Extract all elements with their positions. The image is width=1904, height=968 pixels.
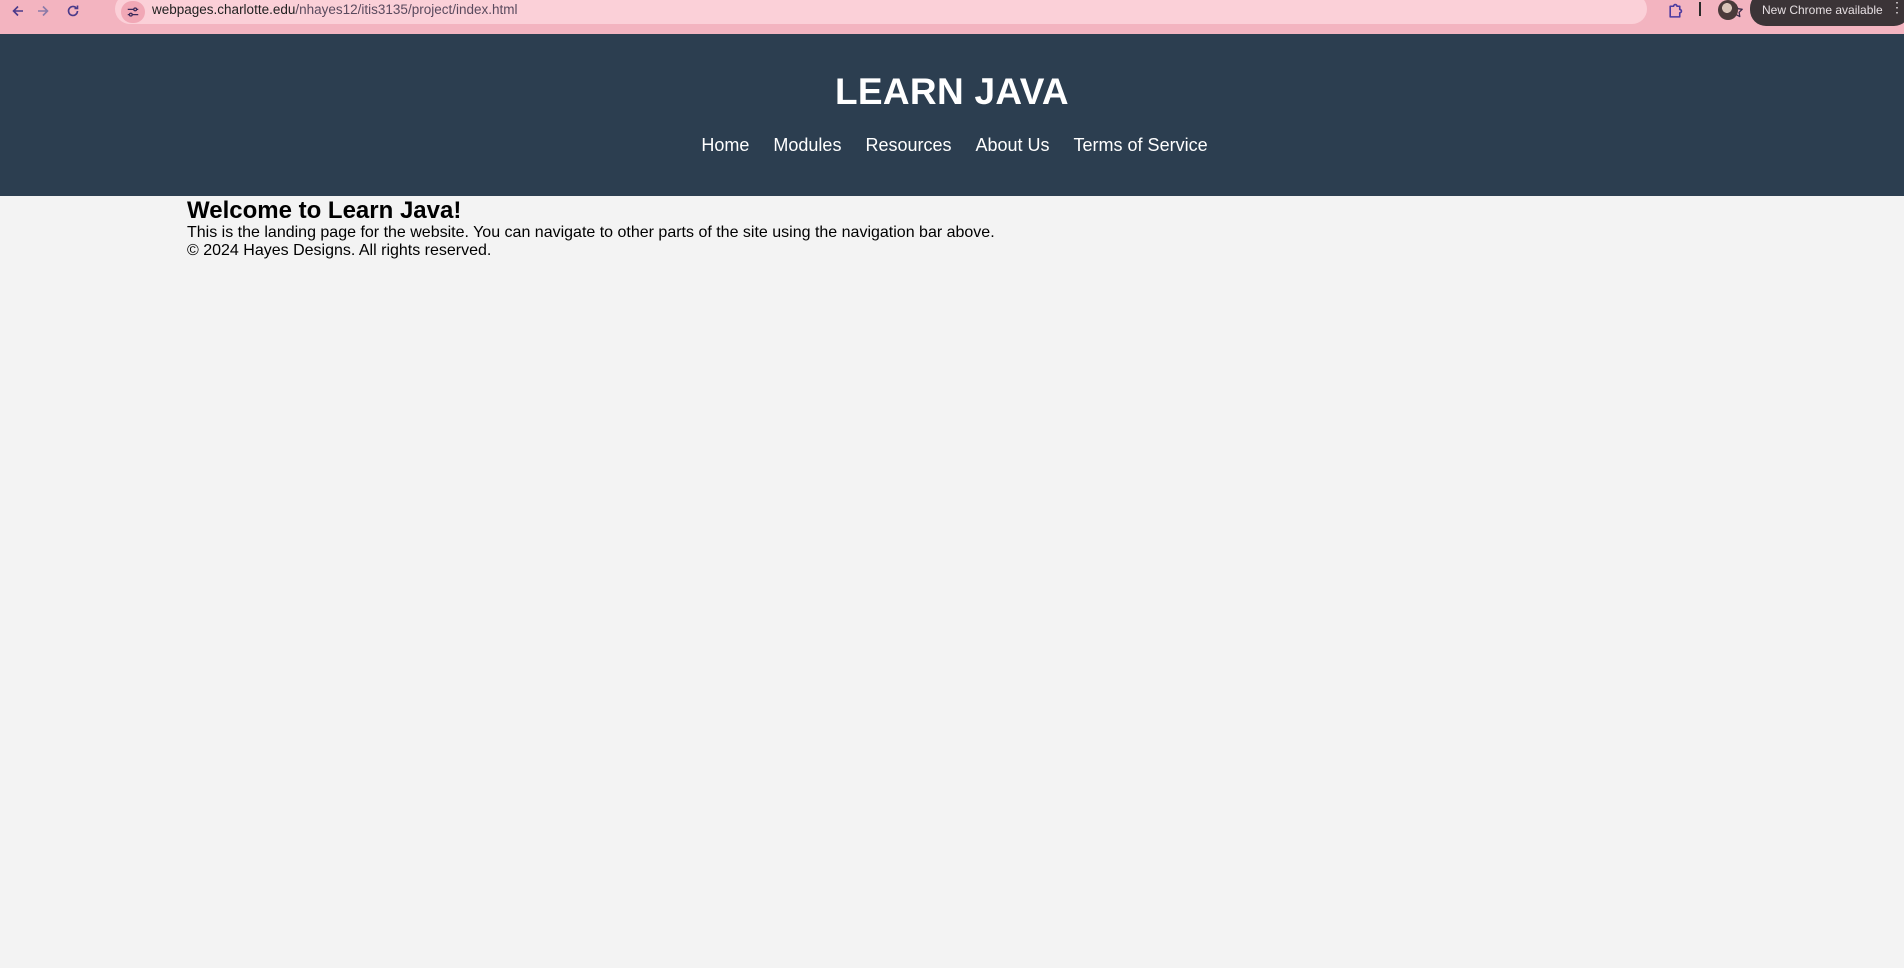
intro-text: This is the landing page for the website… <box>187 224 995 241</box>
site-title: LEARN JAVA <box>835 71 1069 112</box>
address-bar[interactable]: webpages.charlotte.edu/nhayes12/itis3135… <box>115 0 1743 24</box>
main-content: Welcome to Learn Java! This is the landi… <box>187 198 995 260</box>
browser-toolbar: webpages.charlotte.edu/nhayes12/itis3135… <box>0 0 1904 34</box>
reload-button[interactable] <box>59 0 87 22</box>
site-header: LEARN JAVA Home Modules Resources About … <box>0 34 1904 196</box>
nav-link-modules[interactable]: Modules <box>761 135 853 156</box>
nav-link-home[interactable]: Home <box>689 135 761 156</box>
arrow-left-icon <box>12 5 23 17</box>
back-button[interactable] <box>4 0 32 22</box>
main-nav: Home Modules Resources About Us Terms of… <box>0 135 1904 156</box>
profile-avatar[interactable] <box>1718 0 1738 20</box>
extensions-button[interactable] <box>1663 0 1687 20</box>
nav-link-resources[interactable]: Resources <box>853 135 963 156</box>
reload-icon <box>67 5 79 17</box>
update-chip-label: New Chrome available <box>1762 3 1883 17</box>
forward-button[interactable] <box>29 0 57 22</box>
toolbar-divider <box>1699 2 1701 16</box>
welcome-heading: Welcome to Learn Java! <box>187 197 462 224</box>
url-domain: webpages.charlotte.edu <box>152 2 296 17</box>
url-path: /nhayes12/itis3135/project/index.html <box>295 2 518 17</box>
url-text[interactable]: webpages.charlotte.edu/nhayes12/itis3135… <box>152 2 518 17</box>
puzzle-icon <box>1668 3 1682 18</box>
nav-link-about-us[interactable]: About Us <box>964 135 1062 156</box>
arrow-right-icon <box>38 5 49 17</box>
vertical-dots-icon[interactable]: ⋮ <box>1890 0 1904 14</box>
tune-icon <box>127 7 139 17</box>
nav-link-terms-of-service[interactable]: Terms of Service <box>1062 135 1220 156</box>
copyright-footer: © 2024 Hayes Designs. All rights reserve… <box>187 242 492 259</box>
update-chrome-button[interactable]: New Chrome available ⋮ <box>1750 0 1904 26</box>
site-info-button[interactable] <box>121 1 145 23</box>
